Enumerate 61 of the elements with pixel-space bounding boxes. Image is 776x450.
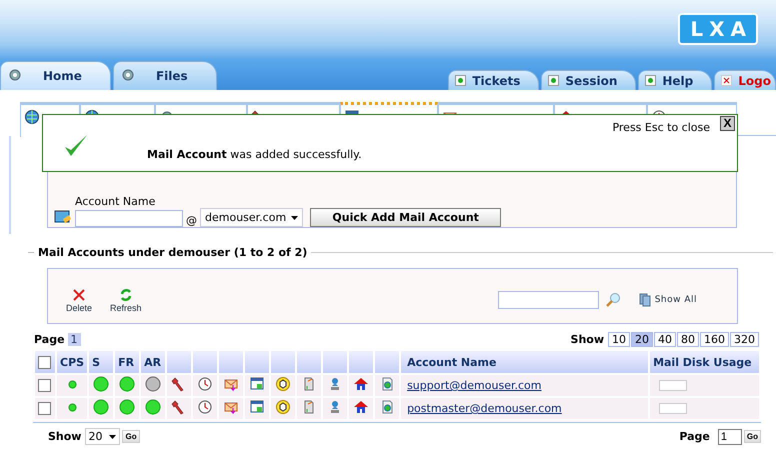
column-header: Mail Disk Usage xyxy=(650,351,759,373)
column-header: AR xyxy=(141,351,166,373)
row-checkbox[interactable] xyxy=(38,402,51,416)
house-icon[interactable] xyxy=(353,399,370,415)
tab-icon xyxy=(548,75,560,86)
go-button[interactable]: Go xyxy=(122,430,140,443)
show-label: Show xyxy=(570,333,604,346)
show-label: Show xyxy=(48,430,82,443)
column-header: S xyxy=(89,351,114,373)
refresh-button[interactable]: Refresh xyxy=(110,288,142,312)
domain-dropdown[interactable]: demouser.com xyxy=(200,208,304,227)
account-name-field[interactable] xyxy=(75,210,183,227)
close-icon xyxy=(721,75,732,86)
clock-icon[interactable] xyxy=(197,376,214,392)
row-checkbox[interactable] xyxy=(38,379,51,392)
page-label: Page xyxy=(679,430,710,443)
window-icon[interactable] xyxy=(249,376,266,392)
page-size-option[interactable]: 80 xyxy=(677,332,699,347)
page-number-field[interactable]: 1 xyxy=(718,428,742,444)
quick-add-button[interactable]: Quick Add Mail Account xyxy=(310,208,502,227)
refresh-icon xyxy=(118,288,133,302)
show-all-link[interactable]: Show All xyxy=(638,293,697,307)
nav-tab[interactable]: Logo xyxy=(714,70,776,90)
close-hint: Press Esc to close xyxy=(612,121,710,134)
logo: LXA xyxy=(678,13,758,45)
pages-icon xyxy=(638,293,651,307)
nav-tab[interactable]: Help xyxy=(638,70,712,90)
cross-icon xyxy=(72,288,86,302)
column-header: CPS xyxy=(57,351,88,373)
search-field[interactable] xyxy=(498,291,599,309)
search-icon[interactable] xyxy=(604,292,621,308)
caret-icon xyxy=(290,214,300,220)
select-all-checkbox[interactable] xyxy=(38,356,51,369)
page-size-dropdown[interactable]: 20 xyxy=(85,428,120,445)
close-button[interactable]: X xyxy=(720,116,735,131)
house-icon[interactable] xyxy=(353,376,370,392)
page-size-option[interactable]: 160 xyxy=(700,332,729,347)
page-size-option[interactable]: 40 xyxy=(654,332,676,347)
at-sign: @ xyxy=(186,214,197,227)
page-size-option[interactable]: 20 xyxy=(631,332,653,347)
nav-tab[interactable]: Home xyxy=(0,61,111,90)
nav-tab[interactable]: Tickets xyxy=(448,70,540,90)
go-button[interactable]: Go xyxy=(744,430,761,443)
success-message: Mail Account was added successfully. xyxy=(147,148,362,161)
field-label: Account Name xyxy=(75,195,156,208)
page-link[interactable]: 1 xyxy=(68,333,81,346)
clock-icon[interactable] xyxy=(197,399,214,415)
tab-icon xyxy=(645,75,656,86)
delete-button[interactable]: Delete xyxy=(66,288,92,312)
nav-tab[interactable]: Session xyxy=(541,70,636,90)
page-size-option[interactable]: 320 xyxy=(730,332,759,347)
column-header: FR xyxy=(115,351,140,373)
globe-icon xyxy=(24,109,42,127)
nav-tab[interactable]: Files xyxy=(112,61,217,90)
caret-icon xyxy=(108,434,118,440)
window-icon[interactable] xyxy=(249,399,266,415)
page-label: Page xyxy=(34,333,65,346)
column-header: Account Name xyxy=(401,351,648,373)
page-size-option[interactable]: 10 xyxy=(608,332,630,347)
tab-icon xyxy=(455,75,466,86)
section-title: Mail Accounts under demouser (1 to 2 of 2) xyxy=(38,246,308,259)
